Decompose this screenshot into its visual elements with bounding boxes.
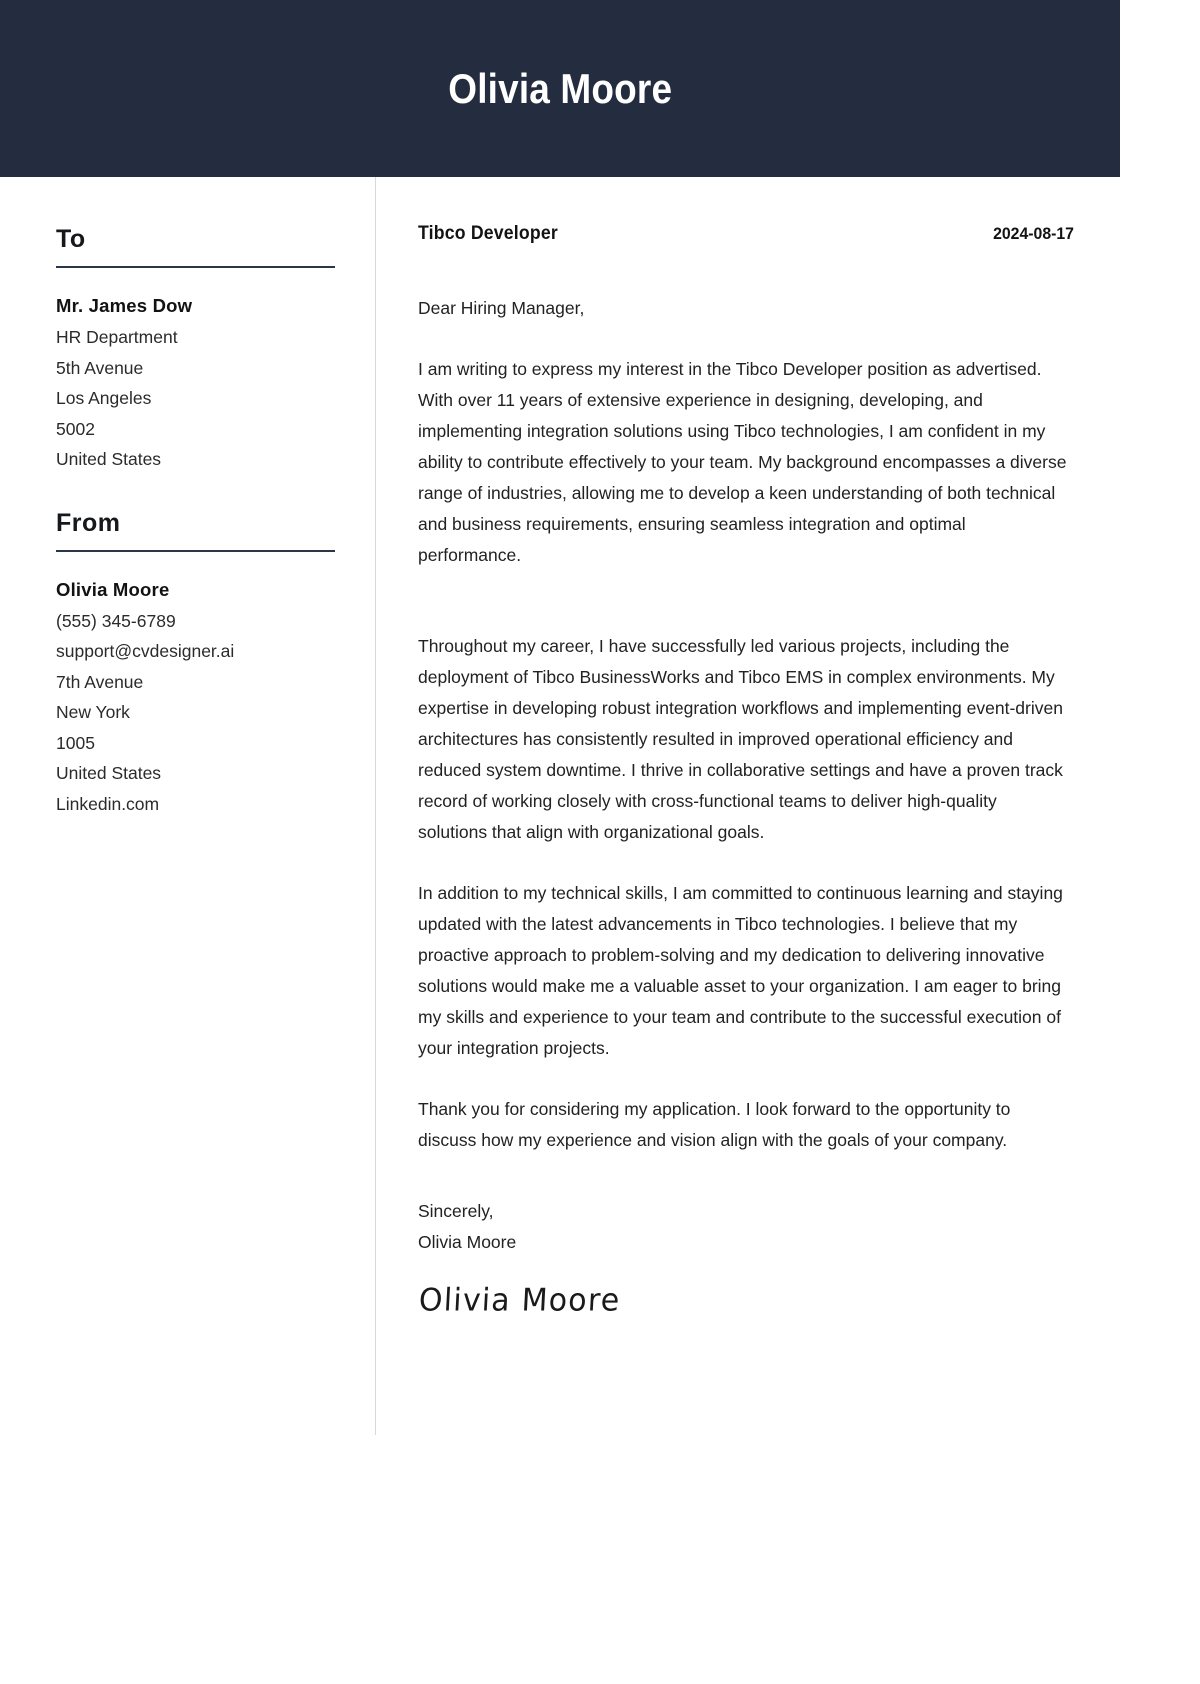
recipient-street: 5th Avenue [56,357,144,378]
letter-header-row: Tibco Developer 2024-08-17 [418,223,1074,245]
signature: Olivia Moore [418,1282,622,1319]
sender-country: United States [56,763,162,783]
cover-letter-content: Tibco Developer 2024-08-17 Dear Hiring M… [376,177,1120,1435]
letter-date: 2024-08-17 [993,224,1074,243]
job-title: Tibco Developer [418,223,558,244]
letter-paragraph-3: In addition to my technical skills, I am… [418,883,1063,1058]
letter-paragraph-2: Throughout my career, I have successfull… [418,636,1063,842]
sender-postal-code: 1005 [56,732,95,753]
document-header: Olivia Moore [0,0,1120,177]
header-candidate-name: Olivia Moore [448,64,672,112]
sender-city: New York [56,702,130,722]
recipient-postal-code: 5002 [56,418,95,439]
letter-paragraph-1: I am writing to express my interest in t… [418,359,1067,565]
closing-name: Olivia Moore [418,1232,517,1252]
closing-phrase: Sincerely, [418,1201,494,1221]
recipient-city: Los Angeles [56,388,152,408]
letter-paragraph-4: Thank you for considering my application… [418,1099,1011,1150]
from-heading: From [56,508,121,537]
from-rule [56,549,335,552]
document-body: To Mr. James Dow HR Department 5th Avenu… [0,177,1120,1435]
sender-linkedin: Linkedin.com [56,793,160,814]
salutation: Dear Hiring Manager, [418,298,585,318]
address-sidebar: To Mr. James Dow HR Department 5th Avenu… [0,177,375,1435]
to-rule [56,266,335,268]
recipient-country: United States [56,449,162,469]
sender-phone: (555) 345-6789 [56,610,176,631]
sender-block: From Olivia Moore (555) 345-6789 support… [56,509,335,820]
recipient-block: To Mr. James Dow HR Department 5th Avenu… [56,225,335,475]
sender-name: Olivia Moore [56,578,170,600]
to-heading: To [56,225,86,253]
sender-street: 7th Avenue [56,671,144,692]
recipient-name: Mr. James Dow [56,295,193,316]
recipient-department: HR Department [56,327,178,347]
sender-email: support@cvdesigner.ai [56,641,235,661]
